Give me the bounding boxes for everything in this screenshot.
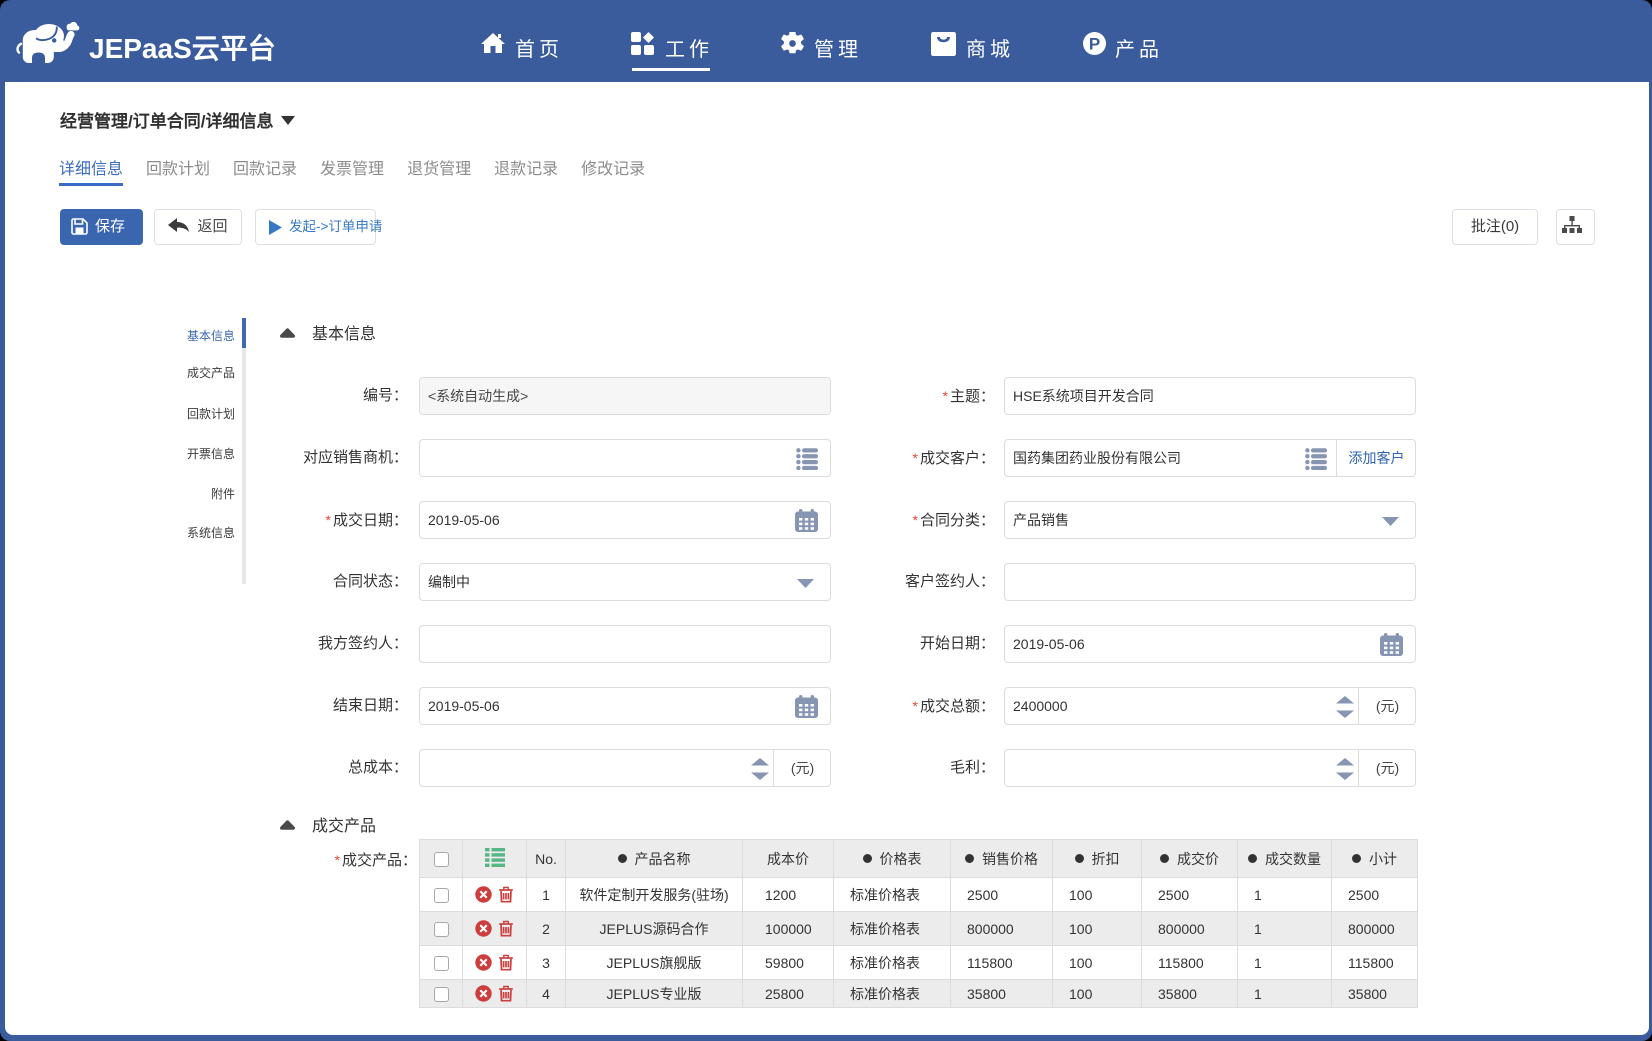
svg-text:P: P (1089, 35, 1100, 54)
